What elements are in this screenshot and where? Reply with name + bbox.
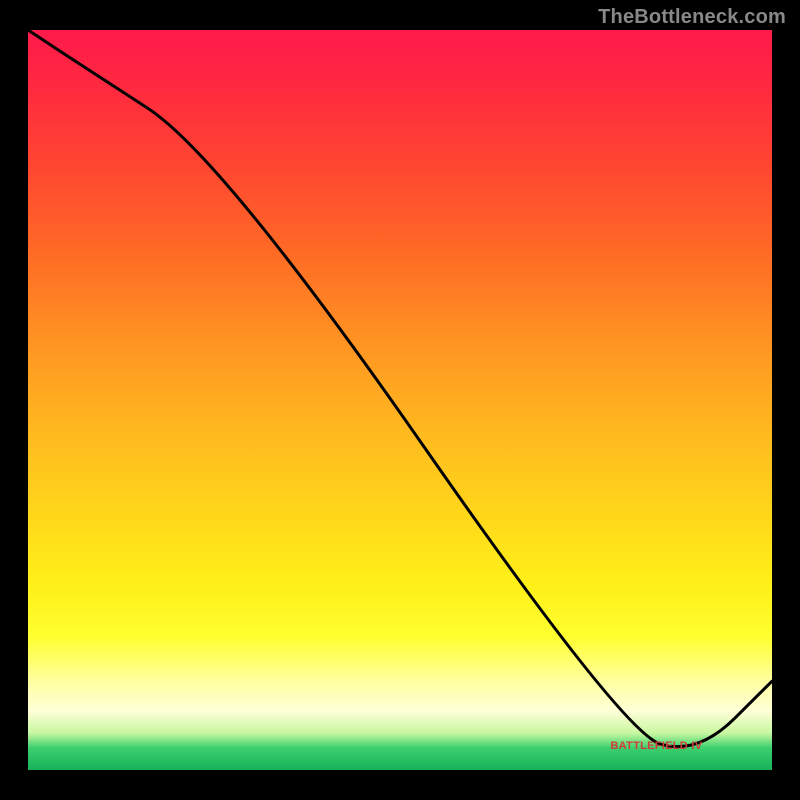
chart-container: TheBottleneck.com BATTLEFIELD IV — [0, 0, 800, 800]
annotation-battlefield: BATTLEFIELD IV — [610, 740, 702, 752]
watermark-text: TheBottleneck.com — [598, 6, 786, 29]
line-overlay — [28, 30, 772, 770]
bottleneck-curve — [28, 30, 772, 747]
plot-area: BATTLEFIELD IV — [28, 30, 772, 770]
